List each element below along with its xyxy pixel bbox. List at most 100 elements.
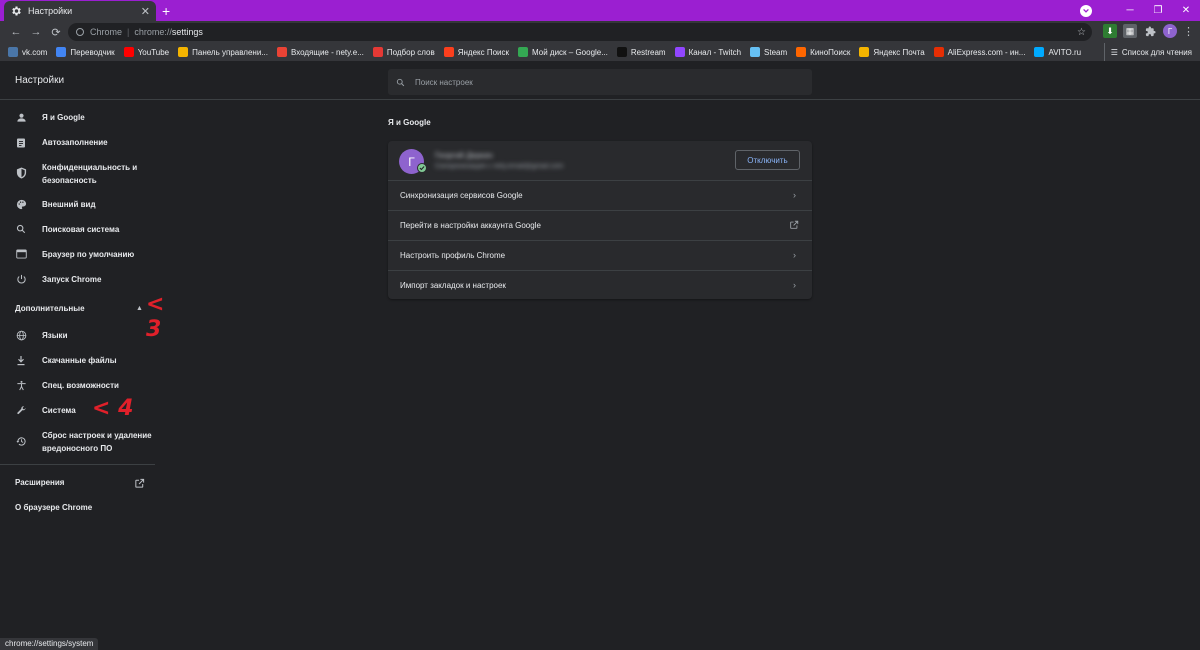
bookmark-favicon-icon [123, 47, 134, 57]
external-link-icon[interactable] [134, 476, 145, 494]
search-icon [15, 223, 27, 235]
bookmark-label: vk.com [22, 47, 48, 57]
sidebar: Я и Google Автозаполнение Конфиденциальн… [0, 100, 164, 640]
menu-icon[interactable]: ⋮ [1183, 25, 1194, 38]
palette-icon [15, 198, 27, 210]
chevron-right-icon: › [793, 190, 796, 200]
bookmark-label: Входящие - nety.e... [290, 47, 364, 57]
sidebar-item-label: Автозаполнение [42, 138, 108, 147]
sidebar-item-on-startup[interactable]: Запуск Chrome [15, 273, 101, 286]
bookmark-item[interactable]: YouTube [123, 47, 169, 57]
row-chrome-profile[interactable]: Настроить профиль Chrome › [388, 240, 812, 270]
sidebar-item-label: Браузер по умолчанию [42, 250, 135, 259]
sidebar-extensions-label: Расширения [15, 478, 65, 487]
bookmark-favicon-icon [1034, 47, 1045, 57]
gear-icon [10, 5, 22, 17]
row-sync-services[interactable]: Синхронизация сервисов Google › [388, 180, 812, 210]
you-and-google-card: Г Георгий Деркач Синхронизация с nety.em… [388, 141, 812, 299]
row-import-bookmarks[interactable]: Импорт закладок и настроек › [388, 270, 812, 300]
tab-search-icon[interactable] [1080, 4, 1092, 17]
row-label: Синхронизация сервисов Google [400, 191, 523, 200]
sidebar-item-privacy[interactable]: Конфиденциальность и безопасность [15, 161, 137, 187]
minimize-button[interactable]: ─ [1116, 5, 1144, 16]
bookmark-item[interactable]: Яндекс Поиск [443, 47, 510, 57]
bookmark-item[interactable]: AVITO.ru [1034, 47, 1081, 57]
bookmark-label: AVITO.ru [1048, 47, 1082, 57]
row-google-account[interactable]: Перейти в настройки аккаунта Google [388, 210, 812, 240]
bookmark-label: Яндекс Почта [873, 47, 925, 57]
accessibility-icon [15, 379, 27, 391]
bookmark-item[interactable]: Переводчик [56, 47, 115, 57]
toolbar: ← → ⟳ Chrome | chrome:// settings ☆ ⬇ ▦ … [0, 21, 1200, 43]
sidebar-item-you-and-google[interactable]: Я и Google [15, 111, 85, 124]
sidebar-divider [0, 464, 155, 465]
sidebar-item-label: Скачанные файлы [42, 356, 117, 365]
bookmark-item[interactable]: Restream [616, 47, 666, 57]
bookmark-item[interactable]: AliExpress.com - ин... [933, 47, 1025, 57]
bookmark-item[interactable]: Входящие - nety.e... [276, 47, 364, 57]
bookmark-item[interactable]: КиноПоиск [796, 47, 850, 57]
signout-button[interactable]: Отключить [735, 150, 800, 170]
bookmark-item[interactable]: Яндекс Почта [859, 47, 925, 57]
extension-download-icon[interactable]: ⬇ [1103, 24, 1117, 38]
tab-close-icon[interactable]: ✕ [141, 5, 150, 18]
bookmark-item[interactable]: Мой диск – Google... [518, 47, 608, 57]
address-bar[interactable]: Chrome | chrome:// settings ☆ [68, 23, 1092, 41]
sidebar-item-autofill[interactable]: Автозаполнение [15, 136, 108, 149]
chevron-right-icon: › [793, 250, 796, 260]
forward-button[interactable]: → [26, 26, 46, 38]
chevron-up-icon[interactable]: ▲ [136, 305, 143, 312]
reading-list-button[interactable]: ☰ Список для чтения [1103, 43, 1192, 61]
sidebar-item-about-chrome[interactable]: О браузере Chrome [15, 503, 92, 512]
bookmark-item[interactable]: vk.com [8, 47, 47, 57]
power-icon [15, 273, 27, 285]
sidebar-item-extensions[interactable]: Расширения [15, 478, 64, 487]
sidebar-item-label-line2: вредоносного ПО [42, 444, 113, 453]
new-tab-button[interactable]: + [162, 3, 170, 19]
sidebar-item-appearance[interactable]: Внешний вид [15, 198, 96, 211]
reading-list-icon: ☰ [1110, 48, 1118, 57]
sidebar-item-label: Спец. возможности [42, 381, 119, 390]
person-icon [15, 111, 27, 123]
maximize-button[interactable]: ❐ [1144, 5, 1172, 16]
download-icon [15, 354, 27, 366]
settings-search-input[interactable]: Поиск настроек [388, 69, 812, 95]
bookmark-label: Панель управлени... [192, 47, 268, 57]
sidebar-item-accessibility[interactable]: Спец. возможности [15, 379, 119, 392]
bookmark-label: Яндекс Поиск [457, 47, 510, 57]
site-info-icon[interactable] [76, 28, 84, 36]
bookmark-favicon-icon [859, 47, 870, 57]
extension-puzzle-square-icon[interactable]: ▦ [1123, 24, 1137, 38]
sidebar-advanced-toggle[interactable]: Дополнительные [15, 304, 85, 313]
bookmark-item[interactable]: Канал - Twitch [674, 47, 741, 57]
sidebar-item-languages[interactable]: Языки [15, 329, 67, 342]
sidebar-item-label: Языки [42, 331, 68, 340]
sidebar-item-reset[interactable]: Сброс настроек и удаление вредоносного П… [15, 429, 152, 455]
profile-avatar[interactable]: Г [1163, 24, 1177, 38]
sidebar-item-label: Внешний вид [42, 200, 96, 209]
sidebar-item-default-browser[interactable]: Браузер по умолчанию [15, 248, 134, 261]
bookmark-item[interactable]: Панель управлени... [178, 47, 268, 57]
sidebar-item-search-engine[interactable]: Поисковая система [15, 223, 119, 236]
section-title-you-and-google: Я и Google [388, 118, 431, 127]
close-window-button[interactable]: ✕ [1172, 5, 1200, 16]
tab-settings[interactable]: Настройки ✕ [4, 1, 156, 21]
sidebar-item-system[interactable]: Система [15, 404, 76, 417]
sidebar-item-downloads[interactable]: Скачанные файлы [15, 354, 117, 367]
extensions-puzzle-icon[interactable] [1143, 24, 1157, 38]
bookmark-favicon-icon [796, 47, 807, 57]
bookmark-label: Переводчик [70, 47, 115, 57]
omnibox-scheme: chrome:// [134, 27, 172, 37]
row-label: Импорт закладок и настроек [400, 281, 506, 290]
bookmark-favicon-icon [443, 47, 454, 57]
reading-list-label: Список для чтения [1121, 48, 1192, 57]
bookmarks-bar: vk.com Переводчик YouTube Панель управлени.… [0, 43, 1200, 62]
back-button[interactable]: ← [6, 26, 26, 38]
bookmark-star-icon[interactable]: ☆ [1077, 27, 1086, 38]
sidebar-item-label: Система [42, 406, 76, 415]
search-placeholder: Поиск настроек [415, 77, 473, 87]
bookmark-item[interactable]: Подбор слов [372, 47, 435, 57]
reload-button[interactable]: ⟳ [46, 26, 66, 39]
bookmark-item[interactable]: Steam [750, 47, 787, 57]
annotation-3: < 3 [146, 292, 165, 342]
